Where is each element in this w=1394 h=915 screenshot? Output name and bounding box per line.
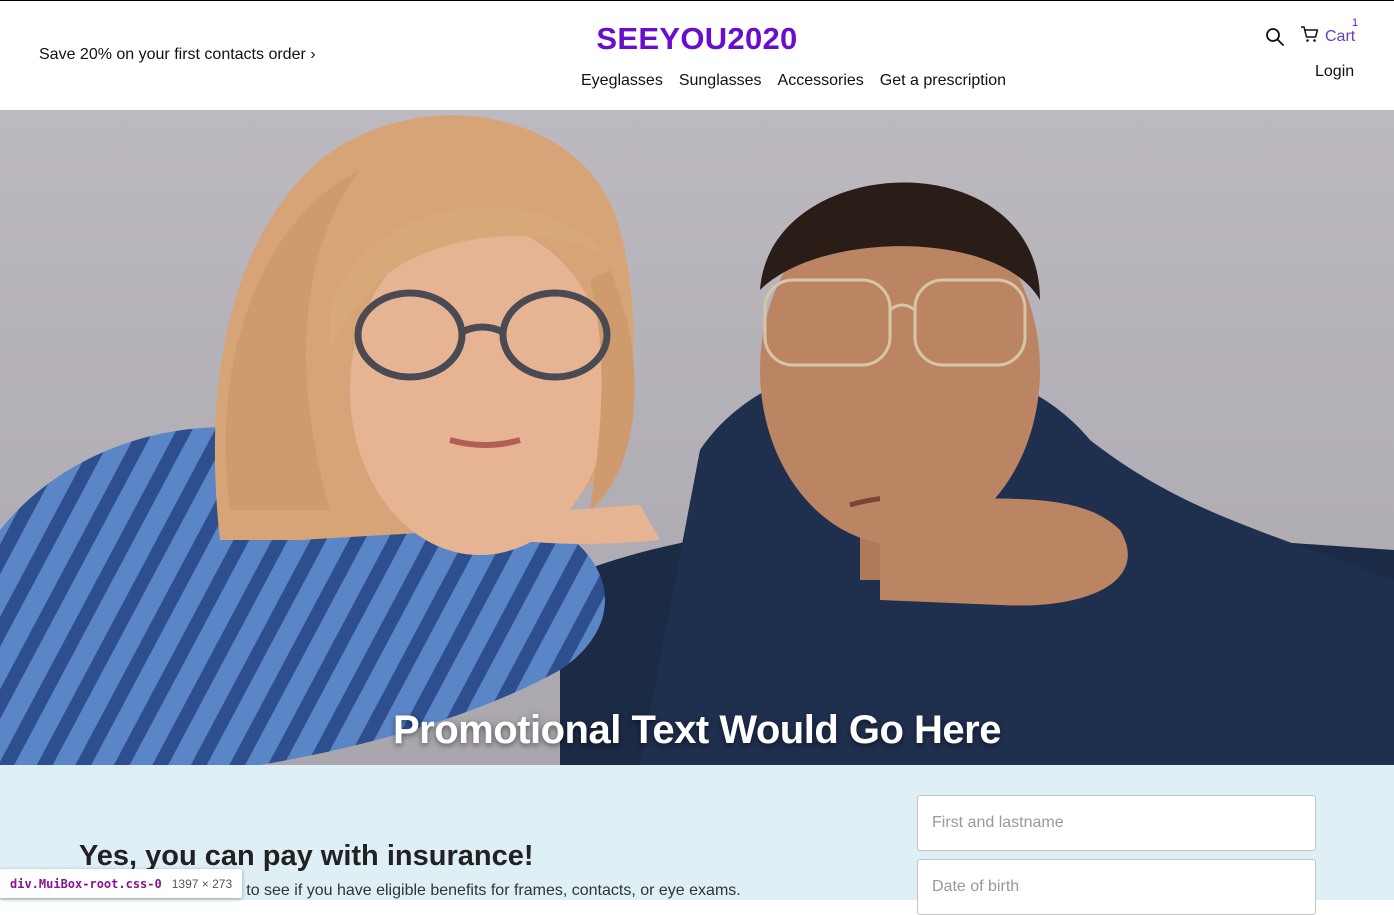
nav-eyeglasses[interactable]: Eyeglasses (581, 72, 663, 90)
cart-button[interactable]: Cart (1300, 25, 1355, 48)
nav-sunglasses[interactable]: Sunglasses (679, 72, 762, 90)
nav-get-prescription[interactable]: Get a prescription (880, 72, 1006, 90)
nav-accessories[interactable]: Accessories (778, 72, 864, 90)
main-nav: Eyeglasses Sunglasses Accessories Get a … (581, 72, 1006, 90)
search-icon[interactable] (1265, 27, 1285, 47)
cart-icon (1300, 25, 1319, 48)
brand-logo[interactable]: SEEYOU2020 (0, 21, 1394, 57)
hero-promo-text: Promotional Text Would Go Here (392, 708, 1002, 752)
hero-banner (0, 110, 1394, 765)
date-of-birth-field[interactable] (917, 859, 1316, 915)
cart-count-badge: 1 (1352, 17, 1359, 29)
login-link[interactable]: Login (1315, 63, 1354, 81)
insurance-subtitle: on to see if you have eligible benefits … (224, 882, 741, 899)
brand-name: SEEYOU2020 (596, 21, 798, 56)
cart-label: Cart (1325, 27, 1356, 45)
devtools-dimensions: 1397 × 273 (171, 876, 233, 891)
hero-image (0, 110, 1394, 765)
name-field[interactable] (917, 795, 1316, 851)
site-header: Save 20% on your first contacts order › … (0, 1, 1394, 110)
devtools-selector: div.MuiBox-root.css-0 (10, 876, 162, 891)
devtools-tooltip: div.MuiBox-root.css-0 1397 × 273 (0, 869, 243, 898)
